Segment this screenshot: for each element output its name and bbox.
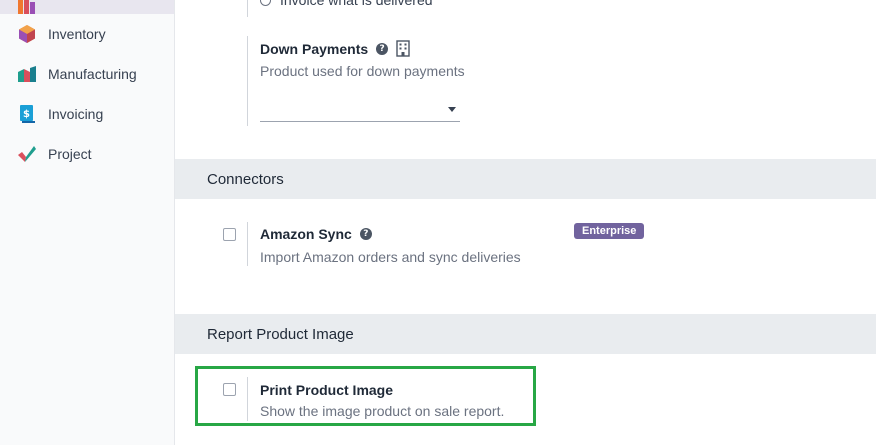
settings-panel: Invoice what is delivered Down Payments … xyxy=(175,0,876,445)
amazon-sync-title: Amazon Sync ? xyxy=(260,226,372,242)
question-help-icon[interactable]: ? xyxy=(359,228,372,240)
sidebar-item-label: Manufacturing xyxy=(48,66,137,82)
divider xyxy=(247,222,248,266)
amazon-sync-checkbox[interactable] xyxy=(223,228,236,241)
down-payments-description: Product used for down payments xyxy=(260,63,465,79)
company-building-icon xyxy=(396,40,410,57)
project-app-icon xyxy=(18,146,36,162)
sidebar-item-manufacturing[interactable]: Manufacturing xyxy=(0,54,174,94)
radio-label: Invoice what is delivered xyxy=(280,0,433,8)
app-sidebar: Inventory Manufacturing $ Invoicing Proj… xyxy=(0,0,175,445)
amazon-sync-description: Import Amazon orders and sync deliveries xyxy=(260,249,521,265)
radio-button[interactable] xyxy=(260,0,271,6)
question-help-icon[interactable]: ? xyxy=(376,42,389,55)
divider xyxy=(247,36,248,126)
down-payments-title: Down Payments ? xyxy=(260,40,410,57)
setting-title-text: Amazon Sync xyxy=(260,226,352,242)
sales-app-icon xyxy=(18,0,35,14)
caret-down-icon[interactable] xyxy=(448,107,456,112)
sidebar-item-label: Project xyxy=(48,146,92,162)
manufacturing-app-icon xyxy=(18,66,36,82)
sidebar-item-label: Invoicing xyxy=(48,106,104,122)
svg-text:$: $ xyxy=(23,109,30,120)
sidebar-item-project[interactable]: Project xyxy=(0,134,174,174)
enterprise-badge: Enterprise xyxy=(574,223,645,239)
section-header-connectors: Connectors xyxy=(175,159,876,199)
highlight-box xyxy=(195,366,536,426)
section-title: Report Product Image xyxy=(207,325,354,343)
sidebar-item-active[interactable] xyxy=(0,0,174,14)
down-payment-product-select[interactable] xyxy=(260,97,460,122)
setting-title-text: Down Payments xyxy=(260,40,369,57)
sidebar-item-inventory[interactable]: Inventory xyxy=(0,14,174,54)
inventory-app-icon xyxy=(19,25,35,43)
section-header-report-product-image: Report Product Image xyxy=(175,314,876,354)
sidebar-item-invoicing[interactable]: $ Invoicing xyxy=(0,94,174,134)
radio-invoice-delivered[interactable]: Invoice what is delivered xyxy=(260,0,433,8)
invoicing-app-icon: $ xyxy=(20,105,35,123)
sidebar-item-label: Inventory xyxy=(48,26,106,42)
divider xyxy=(247,0,248,17)
section-title: Connectors xyxy=(207,170,284,188)
